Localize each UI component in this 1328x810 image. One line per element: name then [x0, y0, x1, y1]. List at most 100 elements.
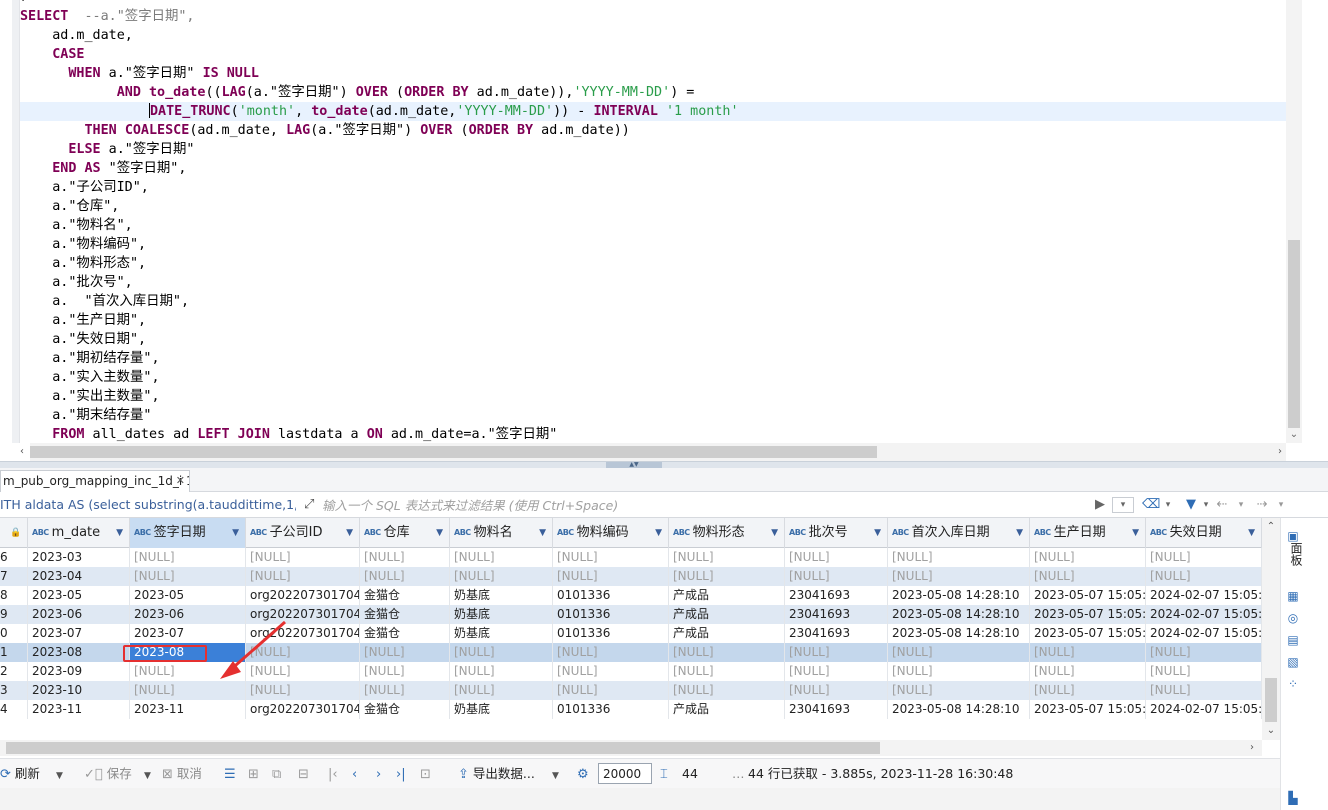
table-cell[interactable]: 2023-03 [28, 548, 130, 567]
table-cell[interactable]: [NULL] [1030, 548, 1146, 567]
sql-editor[interactable]: ) SELECT --a."签字日期", ad.m_date, CASE WHEN… [0, 0, 1328, 462]
table-cell[interactable]: [NULL] [130, 681, 246, 700]
table-cell[interactable]: 2023-09 [28, 662, 130, 681]
code-line[interactable]: ) [20, 0, 1286, 5]
table-cell[interactable]: [NULL] [246, 662, 360, 681]
filter-funnel-icon[interactable]: ▼ [1182, 496, 1200, 514]
table-cell[interactable]: 金猫仓 [360, 624, 450, 643]
query-summary[interactable]: ITH aldata AS (select substring(a.tauddi… [0, 492, 296, 518]
code-line[interactable]: ad.m_date, [20, 26, 1286, 45]
code-line[interactable]: a."实入主数量", [20, 368, 1286, 387]
export-button[interactable]: ⇪ 导出数据... [458, 763, 535, 785]
table-cell[interactable]: [NULL] [785, 681, 888, 700]
table-cell[interactable]: 金猫仓 [360, 586, 450, 605]
code-line[interactable]: a."生产日期", [20, 311, 1286, 330]
row-number[interactable]: 7 [0, 567, 28, 586]
table-cell[interactable]: [NULL] [246, 681, 360, 700]
table-cell[interactable]: [NULL] [888, 662, 1030, 681]
back-dropdown-icon[interactable]: ▾ [1236, 496, 1246, 514]
table-row[interactable]: 92023-062023-06org202207301704198金猫仓奶基底0… [0, 605, 1262, 624]
code-line[interactable]: a."仓库", [20, 197, 1286, 216]
table-cell[interactable]: 产成品 [669, 624, 785, 643]
table-cell[interactable]: 2023-04 [28, 567, 130, 586]
table-cell[interactable]: 2023-11 [28, 700, 130, 719]
table-cell[interactable]: 2024-02-07 15:05:44 [1146, 700, 1262, 719]
table-cell[interactable]: 2023-05-07 15:05:44 [1030, 586, 1146, 605]
code-line[interactable]: a. "首次入库日期", [20, 292, 1286, 311]
table-cell[interactable]: [NULL] [553, 662, 669, 681]
next-button[interactable]: › [376, 763, 381, 785]
code-line[interactable]: a."期末结存量" [20, 406, 1286, 425]
row-number[interactable]: 8 [0, 586, 28, 605]
scroll-down-icon[interactable]: ⌄ [1286, 427, 1302, 443]
table-row[interactable]: 2 2023-09 [NULL] [NULL] [NULL] [NULL] [NULL] [N… [0, 662, 1262, 681]
editor-horizontal-scrollbar[interactable]: ‹ › [20, 443, 1288, 461]
column-header[interactable]: ABC 仓库 ▼ [360, 518, 450, 548]
result-tab[interactable]: m_pub_org_mapping_inc_1d_i 1 ✕ [0, 470, 190, 492]
column-header[interactable]: ABC 批次号 ▼ [785, 518, 888, 548]
table-cell[interactable]: 0101336 [553, 624, 669, 643]
table-cell[interactable]: [NULL] [888, 548, 1030, 567]
table-cell[interactable]: [NULL] [246, 548, 360, 567]
code-area[interactable]: ) SELECT --a."签字日期", ad.m_date, CASE WHEN… [20, 0, 1286, 443]
table-cell[interactable]: 产成品 [669, 586, 785, 605]
column-header[interactable]: ABC 生产日期 ▼ [1030, 518, 1146, 548]
scroll-right-icon[interactable]: › [1272, 443, 1288, 461]
column-header[interactable]: ABC 失效日期 ▼ [1146, 518, 1262, 548]
table-cell[interactable]: [NULL] [888, 681, 1030, 700]
refresh-button[interactable]: ⟳ 刷新 [0, 763, 40, 785]
table-cell[interactable]: [NULL] [360, 681, 450, 700]
row-number[interactable]: 0 [0, 624, 28, 643]
code-line[interactable]: CASE [20, 45, 1286, 64]
sort-dropdown-icon[interactable]: ▼ [539, 518, 546, 548]
table-cell[interactable]: [NULL] [246, 643, 360, 662]
table-cell[interactable]: 2023-08 [28, 643, 130, 662]
fetch-size-input[interactable] [598, 763, 652, 784]
table-cell[interactable]: org202207301704198 [246, 624, 360, 643]
table-cell[interactable]: [NULL] [246, 567, 360, 586]
settings-grid-icon[interactable]: ⁘ [1285, 676, 1301, 692]
sort-dropdown-icon[interactable]: ▼ [874, 518, 881, 548]
editor-vertical-scroll-thumb[interactable] [1288, 240, 1300, 428]
table-cell[interactable]: 2024-02-07 15:05:44 [1146, 624, 1262, 643]
code-line[interactable]: WHEN a."签字日期" IS NULL [20, 64, 1286, 83]
table-cell[interactable]: [NULL] [450, 681, 553, 700]
table-cell[interactable]: [NULL] [553, 548, 669, 567]
table-cell[interactable]: [NULL] [553, 643, 669, 662]
filter-input[interactable] [322, 495, 1092, 515]
code-line[interactable]: a."物料编码", [20, 235, 1286, 254]
save-dropdown[interactable]: ▼ [144, 763, 151, 785]
table-cell[interactable]: [NULL] [1146, 662, 1262, 681]
code-line[interactable]: a."物料名", [20, 216, 1286, 235]
table-cell[interactable]: [NULL] [785, 567, 888, 586]
column-header[interactable]: ABC 签字日期 ▼ [130, 518, 246, 548]
column-header[interactable]: ABC 物料形态 ▼ [669, 518, 785, 548]
table-cell[interactable]: 2023-07 [130, 624, 246, 643]
bottom-panel-icon[interactable]: ▙ [1285, 790, 1301, 806]
table-cell[interactable]: 2024-02-07 15:05:44 [1146, 586, 1262, 605]
table-cell[interactable]: [NULL] [669, 567, 785, 586]
table-row[interactable]: 3 2023-10 [NULL] [NULL] [NULL] [NULL] [NULL] [N… [0, 681, 1262, 700]
column-header[interactable]: ABC 子公司ID ▼ [246, 518, 360, 548]
table-row[interactable]: 02023-072023-07org202207301704198金猫仓奶基底0… [0, 624, 1262, 643]
funnel-dropdown-icon[interactable]: ▾ [1200, 496, 1212, 514]
side-panel-label[interactable]: 面板 [1284, 542, 1303, 566]
table-cell[interactable]: [NULL] [1146, 681, 1262, 700]
editor-vertical-scrollbar[interactable]: ⌄ [1286, 0, 1302, 443]
grid-view-icon[interactable]: ▦ [1285, 588, 1301, 604]
table-cell[interactable]: 0101336 [553, 605, 669, 624]
code-line[interactable]: END AS "签字日期", [20, 159, 1286, 178]
row-number[interactable]: 3 [0, 681, 28, 700]
code-line[interactable]: ELSE a."签字日期" [20, 140, 1286, 159]
table-cell[interactable]: 23041693 [785, 700, 888, 719]
cancel-button[interactable]: ⊠ 取消 [162, 763, 202, 785]
table-cell[interactable]: 2023-06 [28, 605, 130, 624]
table-cell[interactable]: org202207301704198 [246, 605, 360, 624]
forward-icon[interactable]: ⇢ [1254, 496, 1270, 514]
table-cell[interactable]: [NULL] [553, 567, 669, 586]
scroll-up-icon[interactable]: ⌃ [1263, 520, 1279, 534]
copy-row-button[interactable]: ⧉ [272, 763, 281, 785]
save-button[interactable]: ✓⃝ 保存 [84, 763, 132, 785]
scroll-left-icon[interactable]: ‹ [14, 443, 30, 461]
sort-dropdown-icon[interactable]: ▼ [655, 518, 662, 548]
